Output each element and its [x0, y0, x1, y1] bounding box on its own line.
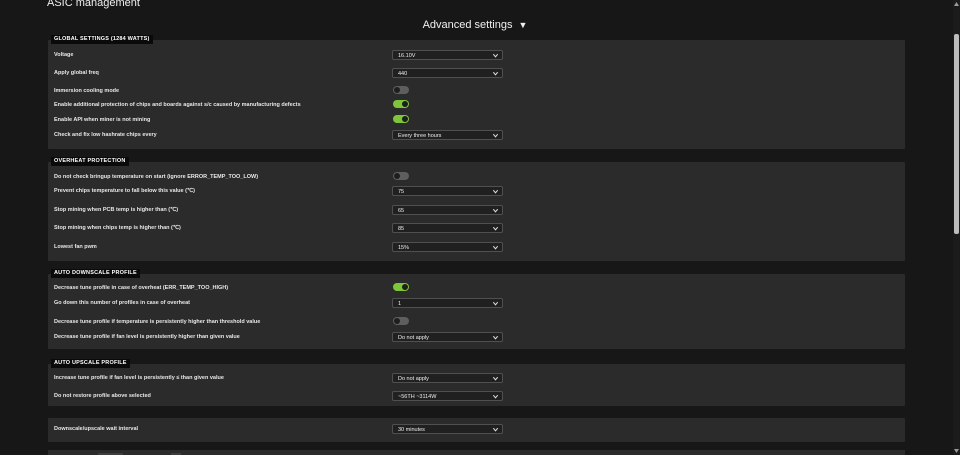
chevron-down-icon [492, 376, 499, 381]
api-when-not-mining-label: Enable API when miner is not mining [54, 117, 151, 123]
toggle-knob [394, 87, 400, 93]
vertical-scrollbar[interactable] [953, 0, 960, 455]
chevron-down-icon [492, 208, 499, 213]
pcb-temp-limit-label: Stop mining when PCB temp is higher than… [54, 207, 179, 213]
label-text: pwm [84, 244, 97, 250]
restore-profile-label: Do not restore profile above selected [54, 393, 151, 399]
restore-profile-value: ~56TH ~3114W [398, 393, 437, 400]
immersion-cooling-toggle[interactable] [393, 86, 409, 94]
fan-level-downscale-label: Decrease tune profile if fan level is pe… [54, 334, 240, 340]
chip-protection-label: Enable additional protection of chips an… [54, 102, 301, 108]
chip-temp-limit-select[interactable]: 85 [392, 223, 503, 233]
lowest-fan-pwm-select[interactable]: 15% [392, 242, 503, 252]
fan-level-upscale-value: Do not apply [398, 375, 429, 382]
label-text: level is persistently ≤ than given value [124, 375, 224, 381]
chevron-down-icon [492, 71, 499, 76]
advanced-settings-title: Advanced settings [422, 19, 513, 31]
wait-interval-label: Downscale/upscale wait interval [54, 426, 139, 432]
overheat-protection-heading: OVERHEAT PROTECTION [51, 157, 129, 166]
advanced-settings-toggle[interactable]: Advanced settings ▼ [0, 19, 950, 31]
toggle-knob [394, 173, 400, 179]
profiles-down-label: Go down this number of profiles in case … [54, 300, 190, 306]
bringup-temp-label: Do not check bringup temperature on star… [54, 174, 259, 180]
scroll-up-arrow-icon[interactable] [953, 1, 960, 7]
global-settings-heading: GLOBAL SETTINGS (1284 WATTS) [51, 35, 153, 44]
api-when-not-mining-toggle[interactable] [393, 115, 409, 123]
global-freq-select[interactable]: 440 [392, 68, 503, 78]
chip-protection-toggle[interactable] [393, 100, 409, 108]
chevron-down-icon [492, 394, 499, 399]
fan-level-upscale-select[interactable]: Do not apply [392, 373, 503, 383]
chevron-down-icon [492, 245, 499, 250]
toggle-knob [394, 318, 400, 324]
label-text: level is persistently higher than given … [126, 334, 240, 340]
global-freq-label: Apply global freq [54, 70, 99, 76]
lowest-fan-pwm-label: Lowest fan pwm [54, 244, 97, 250]
temp-threshold-label: Decrease tune profile if temperature is … [54, 319, 261, 325]
scroll-down-arrow-icon[interactable] [953, 448, 960, 454]
label-text: Lowest [54, 244, 73, 250]
min-chip-temp-label: Prevent chips temperature to fall below … [54, 188, 195, 194]
toggle-knob [402, 284, 408, 290]
label-emphasis: fan [74, 244, 83, 250]
min-chip-temp-select[interactable]: 75 [392, 186, 503, 196]
fan-level-downscale-select[interactable]: Do not apply [392, 332, 503, 342]
min-chip-temp-value: 75 [398, 188, 405, 195]
pcb-temp-limit-select[interactable]: 65 [392, 205, 503, 215]
temp-threshold-toggle[interactable] [393, 317, 409, 325]
auto-upscale-heading: AUTO UPSCALE PROFILE [51, 359, 130, 368]
label-text: Decrease tune profile if [54, 334, 115, 340]
scrollbar-thumb[interactable] [954, 34, 959, 234]
expand-triangle-icon: ▼ [518, 20, 528, 30]
bringup-temp-toggle[interactable] [393, 172, 409, 180]
label-text: Increase tune profile if [54, 375, 113, 381]
label-emphasis: fan [116, 334, 125, 340]
chip-temp-limit-value: 85 [398, 225, 405, 232]
chevron-down-icon [492, 189, 499, 194]
immersion-cooling-label: Immersion cooling mode [54, 88, 120, 94]
chevron-down-icon [492, 53, 499, 58]
app-title: ASIC management [47, 0, 140, 9]
next-panel-partial [48, 450, 905, 455]
fan-level-downscale-value: Do not apply [398, 334, 429, 341]
profiles-down-value: 1 [398, 300, 402, 307]
toggle-knob [402, 101, 408, 107]
voltage-label: Voltage [54, 52, 74, 58]
voltage-value: 16.10V [398, 52, 416, 59]
lowest-fan-pwm-value: 15% [398, 244, 410, 251]
chevron-down-icon [492, 226, 499, 231]
decrease-on-overheat-toggle[interactable] [393, 283, 409, 291]
low-hashrate-check-value: Every three hours [398, 132, 442, 139]
chevron-down-icon [492, 335, 499, 340]
chevron-down-icon [492, 427, 499, 432]
profiles-down-select[interactable]: 1 [392, 298, 503, 308]
low-hashrate-check-select[interactable]: Every three hours [392, 130, 503, 140]
fan-level-upscale-label: Increase tune profile if fan level is pe… [54, 375, 224, 381]
global-freq-value: 440 [398, 70, 408, 77]
pcb-temp-limit-value: 65 [398, 207, 405, 214]
auto-downscale-heading: AUTO DOWNSCALE PROFILE [51, 269, 140, 278]
voltage-select[interactable]: 16.10V [392, 50, 503, 60]
wait-interval-select[interactable]: 30 minutes [392, 424, 503, 434]
chip-temp-limit-label: Stop mining when chips temp is higher th… [54, 225, 181, 231]
toggle-knob [402, 116, 408, 122]
decrease-on-overheat-label: Decrease tune profile in case of overhea… [54, 285, 229, 291]
label-emphasis: fan [114, 375, 123, 381]
chevron-down-icon [492, 301, 499, 306]
low-hashrate-check-label: Check and fix low hashrate chips every [54, 132, 157, 138]
wait-interval-value: 30 minutes [398, 426, 425, 433]
restore-profile-select[interactable]: ~56TH ~3114W [392, 391, 503, 401]
chevron-down-icon [492, 133, 499, 138]
